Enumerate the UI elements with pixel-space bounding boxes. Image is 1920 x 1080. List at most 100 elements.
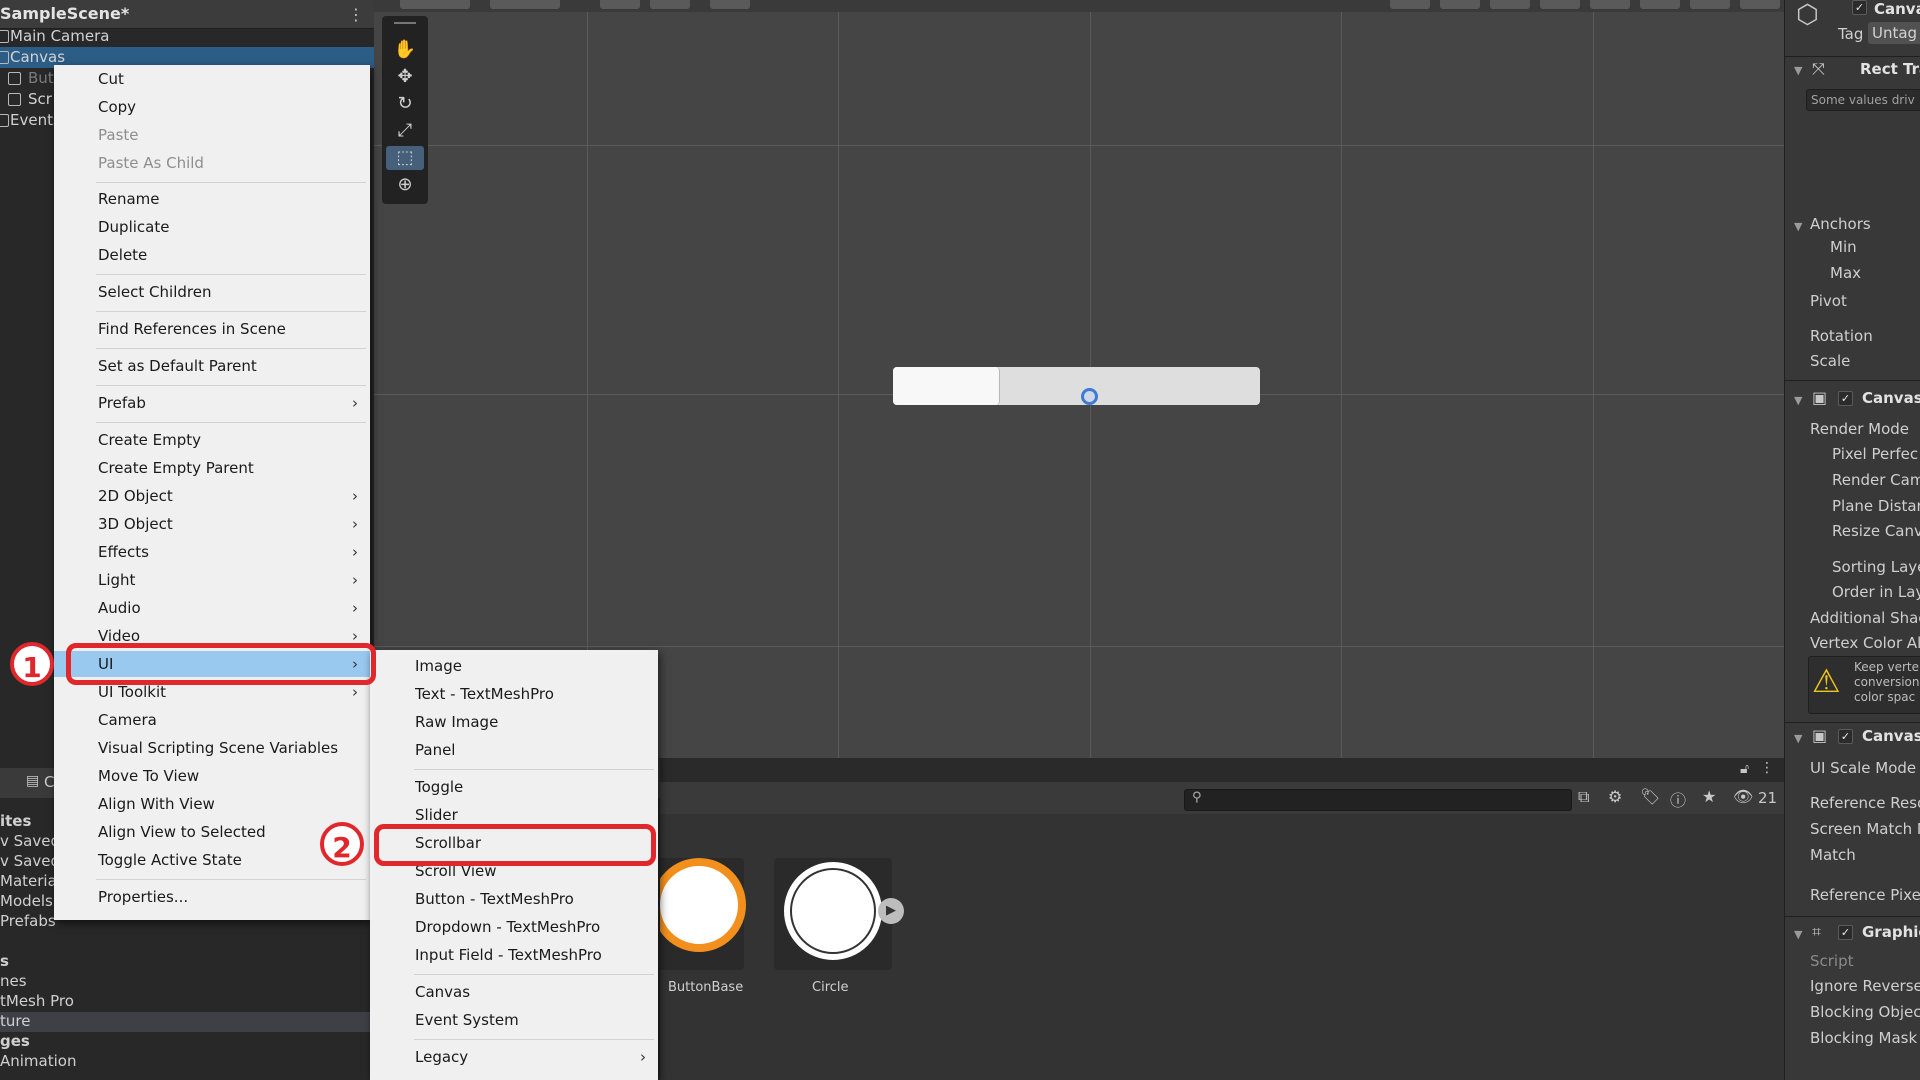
asset-label-circle[interactable]: Circle [812,980,849,995]
toolbar-button[interactable] [1440,0,1480,9]
submenu-item-panel[interactable]: Panel [370,737,658,763]
toolbar-button[interactable] [1740,0,1780,9]
search-input[interactable] [1184,789,1572,811]
menu-item-rename[interactable]: Rename [54,186,370,212]
toolbar-button[interactable] [1390,0,1430,9]
submenu-item-legacy[interactable]: Legacy › [370,1044,658,1070]
toolbar-button[interactable] [650,0,690,9]
info-icon[interactable]: ⓘ [1670,787,1686,811]
slider-fill[interactable] [893,367,1000,405]
menu-item-duplicate[interactable]: Duplicate [54,214,370,240]
submenu-item-canvas[interactable]: Canvas [370,979,658,1005]
menu-item-3d-object[interactable]: 3D Object › [54,511,370,537]
submenu-item-event-system[interactable]: Event System [370,1007,658,1033]
menu-item-align-with-view[interactable]: Align With View [54,791,370,817]
foldout-arrow-icon[interactable]: ▼ [1794,220,1802,233]
console-tab-icon[interactable]: ▤ [26,773,39,789]
menu-item-find-references[interactable]: Find References in Scene [54,316,370,342]
active-checkbox[interactable]: ✓ [1852,0,1867,15]
hierarchy-item-main-camera[interactable]: Main Camera [0,26,374,47]
toolbar-button[interactable] [1540,0,1580,9]
pivot-toggle[interactable] [400,0,470,9]
tab-console[interactable]: C [44,773,54,791]
submenu-item-toggle[interactable]: Toggle [370,774,658,800]
component-rect-transform[interactable]: Rect Tra [1860,60,1920,78]
project-folder[interactable]: v Saved [0,852,60,872]
submenu-item-button-textmeshpro[interactable]: Button - TextMeshPro [370,886,658,912]
menu-item-effects[interactable]: Effects › [54,539,370,565]
menu-item-paste-as-child[interactable]: Paste As Child [54,150,370,176]
toolbar-button[interactable] [1640,0,1680,9]
visibility-icon[interactable]: 👁︎ [1733,787,1753,806]
foldout-arrow-icon[interactable]: ▼ [1794,732,1802,745]
move-tool-icon[interactable]: ✥ [386,65,424,89]
submenu-item-text-textmeshpro[interactable]: Text - TextMeshPro [370,681,658,707]
submenu-item-input-field-textmeshpro[interactable]: Input Field - TextMeshPro [370,942,658,968]
project-folder[interactable]: ites [0,812,31,832]
menu-item-create-empty[interactable]: Create Empty [54,427,370,453]
project-folder[interactable]: v Saved [0,832,60,852]
tag-dropdown[interactable]: Untag [1868,22,1920,44]
submenu-item-raw-image[interactable]: Raw Image [370,709,658,735]
foldout-arrow-icon[interactable]: ▼ [1794,64,1802,77]
hand-tool-icon[interactable]: ✋ [386,38,424,62]
project-folder[interactable]: tMesh Pro [0,992,74,1012]
component-enabled-checkbox[interactable]: ✓ [1838,391,1853,406]
menu-item-create-empty-parent[interactable]: Create Empty Parent [54,455,370,481]
asset-label-buttonbase[interactable]: ButtonBase [668,980,743,995]
project-folder[interactable]: Animation [0,1052,76,1072]
rect-tool-icon[interactable]: ⬚ [386,146,424,170]
project-folder[interactable]: s [0,952,9,972]
project-folder[interactable]: Prefabs [0,912,56,932]
expand-arrow-icon[interactable]: ▶ [878,898,904,924]
menu-item-camera[interactable]: Camera [54,707,370,733]
menu-item-cut[interactable]: Cut [54,66,370,92]
toolbar-button[interactable] [1490,0,1530,9]
drag-handle-icon[interactable] [394,22,416,24]
favorite-star-icon[interactable]: ★ [1702,787,1716,806]
local-toggle[interactable] [490,0,560,9]
toolbar-button[interactable] [1690,0,1730,9]
submenu-item-image[interactable]: Image [370,653,658,679]
label-icon[interactable]: 🏷︎ [1640,787,1660,806]
scene-title[interactable]: SampleScene* [0,4,129,23]
scale-tool-icon[interactable]: ⤢ [386,119,424,143]
toolbar-button[interactable] [1590,0,1630,9]
menu-item-move-to-view[interactable]: Move To View [54,763,370,789]
object-name-field[interactable]: Canva [1874,0,1920,18]
pivot-icon[interactable] [1081,388,1098,405]
rotate-tool-icon[interactable]: ↻ [386,92,424,116]
menu-item-audio[interactable]: Audio › [54,595,370,621]
submenu-item-dropdown-textmeshpro[interactable]: Dropdown - TextMeshPro [370,914,658,940]
menu-item-prefab[interactable]: Prefab › [54,390,370,416]
project-folder[interactable]: ges [0,1032,30,1052]
foldout-arrow-icon[interactable]: ▼ [1794,394,1802,407]
menu-item-select-children[interactable]: Select Children [54,279,370,305]
menu-item-copy[interactable]: Copy [54,94,370,120]
transform-tool-icon[interactable]: ⊕ [386,173,424,197]
menu-item-properties[interactable]: Properties... [54,884,370,910]
component-canvas-scaler[interactable]: Canvas [1862,727,1920,745]
project-folder[interactable]: Material [0,872,61,892]
kebab-menu-icon[interactable]: ⋮ [348,5,364,24]
component-enabled-checkbox[interactable]: ✓ [1838,925,1853,940]
toolbar-button[interactable] [710,0,750,9]
project-folder[interactable]: Models [0,892,53,912]
project-folder[interactable]: nes [0,972,27,992]
search-by-type-icon[interactable]: ⧉ [1578,787,1589,807]
component-graphic-raycaster[interactable]: Graphic [1862,923,1920,941]
menu-item-paste[interactable]: Paste [54,122,370,148]
foldout-arrow-icon[interactable]: ▼ [1794,928,1802,941]
component-canvas[interactable]: Canvas [1862,389,1920,407]
filter-type-icon[interactable]: ⚙ [1608,787,1622,806]
lock-icon[interactable]: 🔓︎ [1740,761,1749,777]
menu-item-light[interactable]: Light › [54,567,370,593]
toolbar-button[interactable] [600,0,640,9]
component-enabled-checkbox[interactable]: ✓ [1838,729,1853,744]
menu-item-2d-object[interactable]: 2D Object › [54,483,370,509]
menu-item-delete[interactable]: Delete [54,242,370,268]
kebab-menu-icon[interactable]: ⋮ [1760,760,1774,776]
menu-item-set-default-parent[interactable]: Set as Default Parent [54,353,370,379]
project-folder[interactable]: ture [0,1012,374,1032]
anchors-label[interactable]: Anchors [1810,215,1871,233]
